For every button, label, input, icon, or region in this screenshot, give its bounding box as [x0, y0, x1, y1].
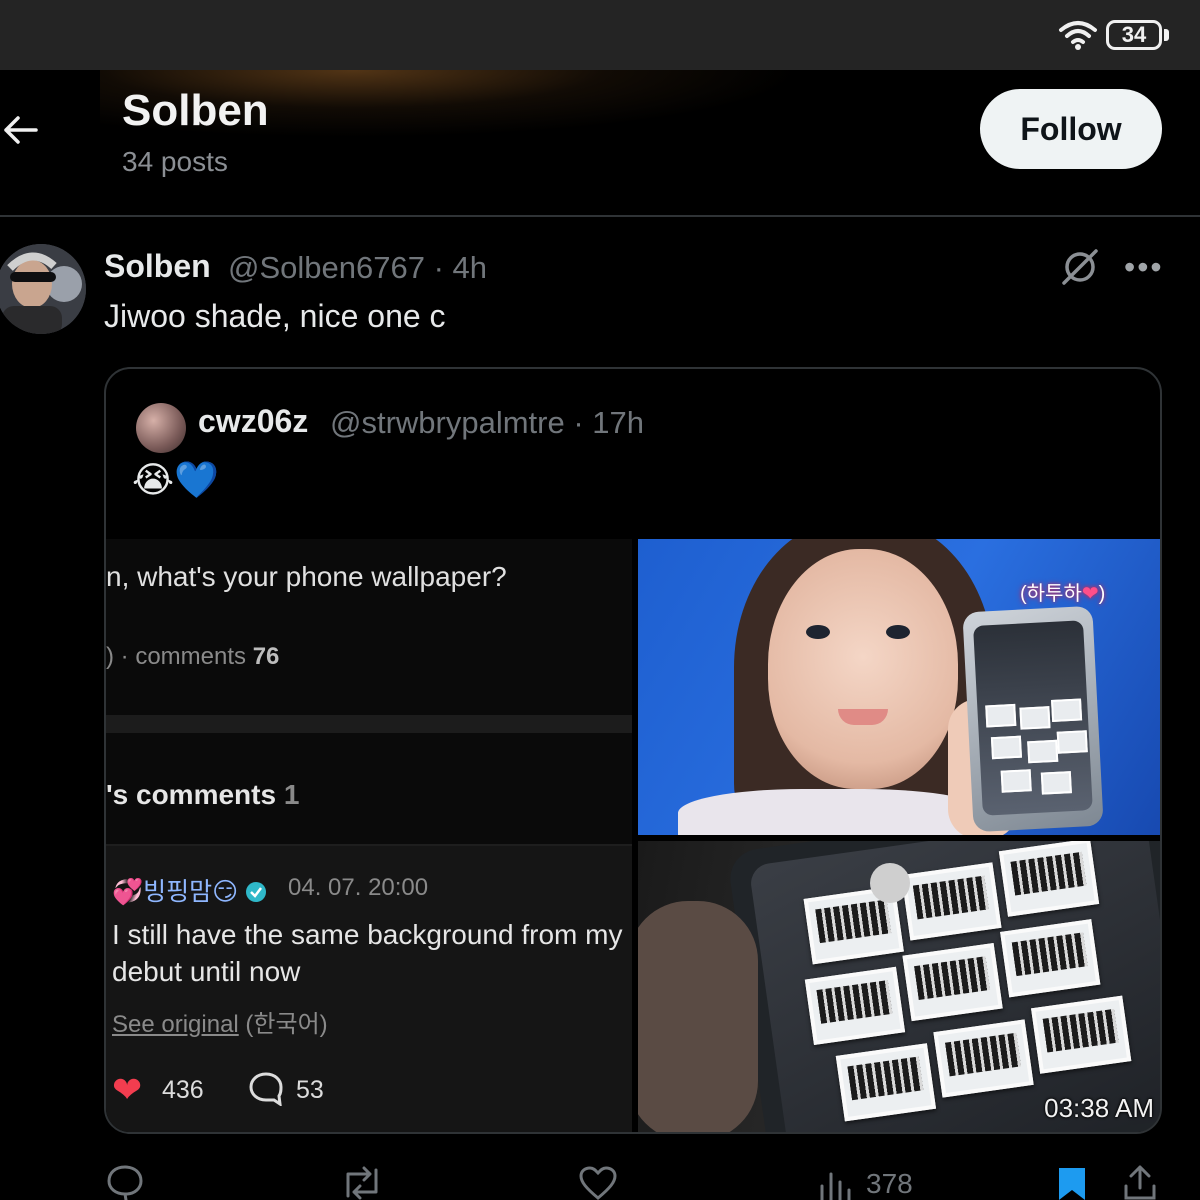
phone-wallpaper-pic — [1051, 698, 1083, 723]
phone-wallpaper-pic — [1040, 771, 1072, 795]
quoted-text: 😭💙 — [132, 459, 219, 500]
screenshot-reply-count: 53 — [296, 1076, 324, 1104]
screenshot-comment-date: 04. 07. 20:00 — [288, 874, 429, 901]
header-divider — [0, 215, 1200, 217]
photo-eye-left — [806, 625, 830, 639]
wallpaper-polaroid — [835, 1043, 937, 1122]
heart-icon: ❤ — [112, 1069, 143, 1110]
verified-badge-icon — [246, 882, 267, 902]
tweet-author-name[interactable]: Solben — [104, 248, 211, 285]
photo-shirt — [678, 789, 988, 835]
photo-caption-tag: (하투하❤) — [1020, 583, 1106, 605]
screenshot-separator — [106, 715, 632, 733]
phone-wallpaper-pic — [1000, 769, 1032, 793]
views-icon[interactable] — [818, 1168, 854, 1200]
photo-caption-heart-icon: ❤ — [1081, 583, 1099, 605]
screenshot-comments-label: 's comments — [106, 779, 277, 810]
phone-wallpaper-pic — [1027, 739, 1059, 764]
views-count[interactable]: 378 — [866, 1168, 913, 1200]
screenshot-stats: ) · comments 76 — [106, 643, 279, 671]
phone-wallpaper-pic — [990, 735, 1023, 760]
wallpaper-polaroid — [998, 841, 1100, 917]
back-arrow-icon[interactable] — [0, 110, 40, 150]
photo-phone-screen — [973, 620, 1093, 816]
post-count: 34 posts — [122, 146, 228, 177]
comment-bubble-icon — [249, 1072, 283, 1106]
avatar-image — [0, 244, 86, 334]
screenshot-stats-label: ) · comments — [106, 643, 247, 670]
share-icon[interactable] — [1122, 1164, 1158, 1200]
closeup-finger — [638, 901, 758, 1132]
screenshot-like-count: 436 — [162, 1076, 204, 1104]
see-original-link: See original — [112, 1011, 239, 1038]
wifi-icon — [1059, 21, 1097, 50]
profile-name: Solben — [122, 86, 269, 135]
phone-wallpaper-pic — [1019, 706, 1051, 730]
quoted-author-name[interactable]: cwz06z — [198, 403, 308, 440]
photo-timestamp: 03:38 AM — [1044, 1093, 1154, 1123]
media-photo-phone-closeup[interactable]: 03:38 AM — [638, 841, 1160, 1132]
wallpaper-polaroid — [902, 942, 1003, 1022]
photo-eye-right — [886, 625, 910, 639]
tweet-handle-time[interactable]: @Solben6767 · 4h — [228, 250, 487, 286]
photo-face — [768, 549, 958, 789]
quoted-tweet-card[interactable]: cwz06z @strwbrypalmtre · 17h 😭💙 n, what'… — [104, 367, 1162, 1134]
follow-button[interactable]: Follow — [980, 89, 1162, 169]
avatar[interactable] — [0, 244, 86, 334]
wallpaper-polaroid — [1031, 995, 1132, 1074]
repost-icon[interactable] — [340, 1166, 384, 1200]
more-options-icon[interactable]: ••• — [1124, 251, 1164, 283]
moon-icon — [870, 863, 910, 903]
screenshot-see-original: See original (한국어) — [112, 1004, 328, 1039]
tweet-text: Jiwoo shade, nice one c — [104, 298, 446, 334]
phone-wallpaper-pic — [1056, 730, 1088, 754]
quoted-avatar[interactable] — [136, 403, 186, 453]
wallpaper-polaroid — [933, 1019, 1034, 1098]
closeup-phone-screen — [748, 841, 1160, 1132]
wallpaper-polaroid — [1000, 919, 1101, 998]
closeup-phone — [726, 841, 1160, 1132]
wallpaper-polaroid — [804, 966, 906, 1045]
battery-tip — [1164, 29, 1169, 41]
screenshot-comment: 💞빙핑맘😏 04. 07. 20:00 I still have the sam… — [106, 846, 632, 1132]
like-icon[interactable] — [578, 1166, 618, 1200]
screenshot-comments-count: 1 — [283, 779, 300, 810]
grok-icon[interactable] — [1060, 247, 1100, 287]
screenshot-comment-username: 💞빙핑맘😏 — [112, 878, 239, 906]
wallpaper-polaroid — [901, 862, 1002, 941]
media-screenshot[interactable]: n, what's your phone wallpaper? ) · comm… — [106, 539, 632, 1132]
original-language: (한국어) — [245, 1011, 328, 1038]
screenshot-stats-count: 76 — [252, 643, 280, 670]
battery-level: 34 — [1121, 22, 1147, 47]
screenshot-question: n, what's your phone wallpaper? — [106, 561, 507, 592]
media-photo-selfie[interactable]: (하투하❤) — [638, 539, 1160, 835]
bookmark-icon[interactable] — [1056, 1166, 1088, 1200]
screenshot-comment-user: 💞빙핑맘😏 — [112, 872, 267, 908]
battery-indicator: 34 — [1106, 20, 1162, 50]
reply-icon[interactable] — [106, 1164, 144, 1200]
screenshot-comments-heading: 's comments 1 — [106, 779, 299, 811]
photo-phone — [962, 605, 1104, 833]
status-bar: 34 — [0, 0, 1200, 70]
quoted-handle-time[interactable]: @strwbrypalmtre · 17h — [330, 405, 644, 441]
photo-caption-text: (하투하 — [1020, 583, 1082, 605]
phone-wallpaper-pic — [985, 703, 1017, 728]
screenshot-comment-body: I still have the same background from my… — [112, 919, 623, 987]
